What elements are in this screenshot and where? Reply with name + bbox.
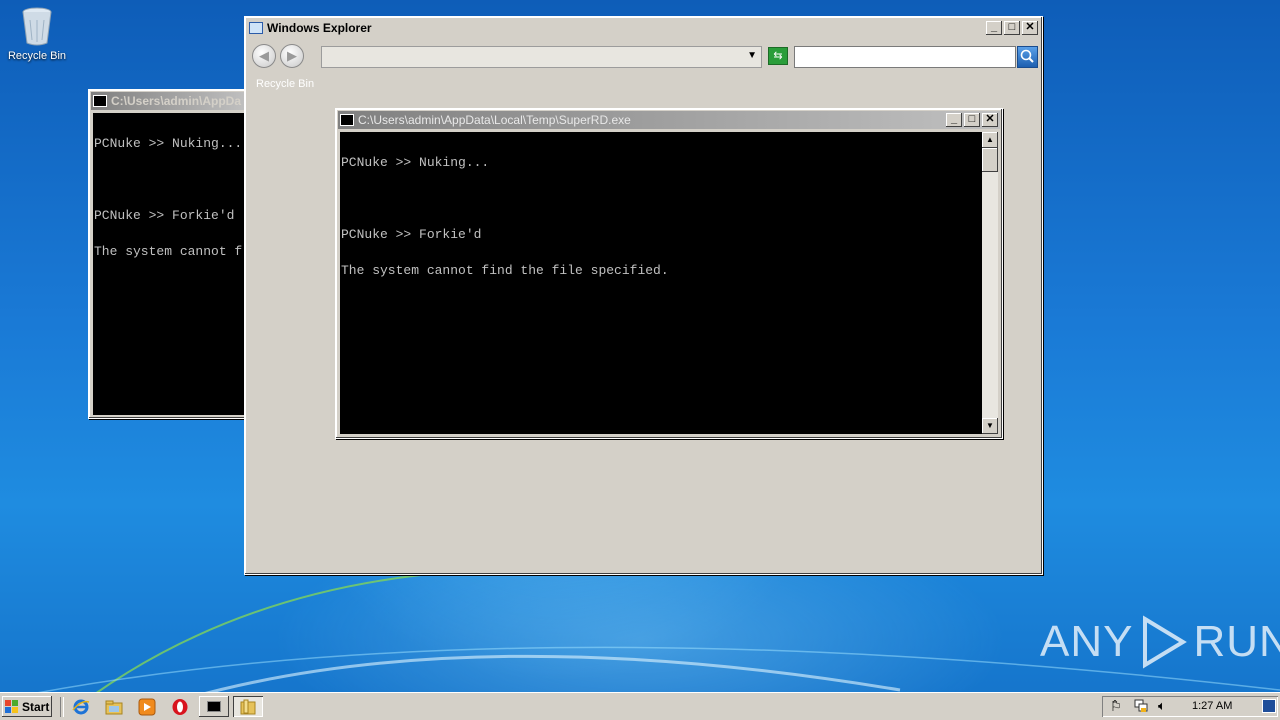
watermark-left: ANY bbox=[1040, 617, 1134, 666]
refresh-icon: ⇆ bbox=[773, 50, 783, 62]
anyrun-watermark: ANY RUN bbox=[1040, 612, 1280, 672]
recycle-bin-icon bbox=[20, 6, 54, 46]
address-dropdown-icon[interactable]: ▼ bbox=[747, 50, 757, 61]
show-desktop-button[interactable] bbox=[1262, 699, 1276, 713]
console-window-background[interactable]: C:\Users\admin\AppDa PCNuke >> Nuking...… bbox=[88, 89, 250, 419]
console-scrollbar[interactable]: ▲ ▼ bbox=[982, 132, 998, 434]
search-input[interactable] bbox=[794, 46, 1016, 68]
network-icon[interactable] bbox=[1134, 699, 1148, 713]
console-back-titlebar[interactable]: C:\Users\admin\AppDa bbox=[91, 92, 247, 110]
explorer-title: Windows Explorer bbox=[267, 21, 372, 35]
console-icon bbox=[340, 114, 354, 126]
forward-button[interactable]: ▶ bbox=[280, 44, 304, 68]
console-back-title: C:\Users\admin\AppDa bbox=[111, 94, 242, 108]
console-output: PCNuke >> Nuking... PCNuke >> Forkie'd T… bbox=[340, 132, 982, 434]
play-icon bbox=[1143, 615, 1188, 669]
refresh-button[interactable]: ⇆ bbox=[768, 47, 788, 65]
internet-explorer-icon[interactable] bbox=[72, 698, 90, 716]
clock[interactable]: 1:27 AM bbox=[1192, 700, 1232, 712]
minimize-button[interactable]: _ bbox=[986, 21, 1002, 35]
console-line: The system cannot f bbox=[94, 244, 243, 259]
taskbar-separator bbox=[60, 697, 64, 717]
start-label: Start bbox=[22, 699, 50, 714]
desktop-icon-recycle-bin[interactable]: Recycle Bin bbox=[4, 6, 70, 62]
scroll-down-button[interactable]: ▼ bbox=[982, 418, 998, 434]
watermark-right: RUN bbox=[1193, 617, 1280, 666]
console-task-icon bbox=[207, 701, 221, 712]
console-titlebar[interactable]: C:\Users\admin\AppData\Local\Temp\SuperR… bbox=[338, 111, 1000, 129]
maximize-button[interactable]: □ bbox=[1004, 21, 1020, 35]
folder-icon[interactable] bbox=[105, 698, 123, 716]
taskbar-task-console[interactable] bbox=[199, 696, 229, 717]
minimize-button[interactable]: _ bbox=[946, 113, 962, 127]
scroll-thumb[interactable] bbox=[982, 148, 998, 172]
desktop-icon-label: Recycle Bin bbox=[7, 50, 67, 62]
volume-icon[interactable]: 🔈︎ bbox=[1158, 698, 1166, 714]
system-tray: ⚐ 🔈︎ 1:27 AM bbox=[1102, 696, 1278, 717]
start-button[interactable]: Start bbox=[2, 696, 52, 717]
console-window[interactable]: C:\Users\admin\AppData\Local\Temp\SuperR… bbox=[335, 108, 1003, 439]
explorer-toolbar: ◀ ▶ ▼ ⇆ bbox=[247, 41, 1038, 73]
content-item-recycle-bin[interactable]: Recycle Bin bbox=[256, 78, 314, 90]
windows-logo-icon bbox=[5, 699, 18, 713]
console-line: PCNuke >> Nuking... bbox=[341, 155, 490, 170]
back-button[interactable]: ◀ bbox=[252, 44, 276, 68]
console-line: The system cannot find the file specifie… bbox=[341, 263, 669, 278]
maximize-button[interactable]: □ bbox=[964, 113, 980, 127]
search-button[interactable] bbox=[1017, 46, 1038, 68]
taskbar: Start ⌃ ⚐ 🔈︎ 1:27 AM bbox=[0, 692, 1280, 720]
explorer-titlebar[interactable]: Windows Explorer _ □ ✕ bbox=[247, 19, 1040, 37]
console-line: PCNuke >> Forkie'd bbox=[94, 208, 235, 223]
opera-icon[interactable] bbox=[171, 698, 189, 716]
console-title: C:\Users\admin\AppData\Local\Temp\SuperR… bbox=[358, 113, 631, 127]
close-button[interactable]: ✕ bbox=[982, 113, 998, 127]
search-icon bbox=[1020, 49, 1034, 63]
console-back-output: PCNuke >> Nuking... PCNuke >> Forkie'd T… bbox=[93, 113, 249, 415]
close-button[interactable]: ✕ bbox=[1022, 21, 1038, 35]
explorer-task-icon bbox=[240, 699, 256, 715]
console-line: PCNuke >> Forkie'd bbox=[341, 227, 482, 242]
taskbar-task-explorer[interactable] bbox=[233, 696, 263, 717]
explorer-icon bbox=[249, 22, 263, 34]
scroll-up-button[interactable]: ▲ bbox=[982, 132, 998, 148]
action-center-flag-icon[interactable]: ⚐ bbox=[1110, 699, 1122, 715]
media-player-icon[interactable] bbox=[138, 698, 156, 716]
console-line: PCNuke >> Nuking... bbox=[94, 136, 243, 151]
address-bar[interactable]: ▼ bbox=[321, 46, 762, 68]
console-icon bbox=[93, 95, 107, 107]
